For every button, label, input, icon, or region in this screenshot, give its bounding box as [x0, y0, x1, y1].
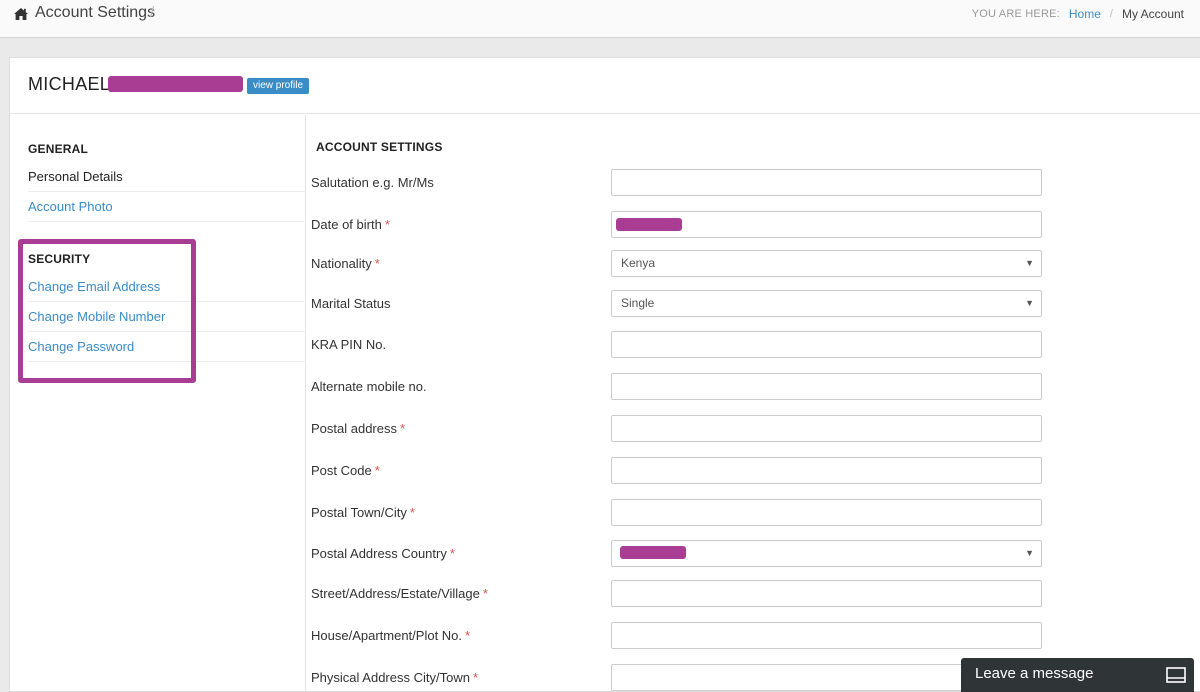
field-label: Nationality * [311, 256, 380, 271]
house-plot-input[interactable] [611, 622, 1042, 649]
required-marker: * [465, 628, 471, 643]
chat-window-icon [1166, 667, 1186, 683]
street-address-input[interactable] [611, 580, 1042, 607]
field-label: KRA PIN No. [311, 337, 387, 352]
title-separator: / [150, 4, 155, 21]
nationality-select[interactable]: Kenya ▼ [611, 250, 1042, 277]
sidebar-item-personal-details[interactable]: Personal Details [28, 162, 306, 192]
page-title: Account Settings [35, 4, 156, 21]
required-marker: * [409, 505, 415, 520]
form-row-date-of-birth: Date of birth * [311, 211, 1051, 239]
user-first-name: MICHAEL [28, 74, 111, 94]
selected-value: Single [621, 296, 655, 310]
required-marker: * [482, 586, 488, 601]
postal-town-input[interactable] [611, 499, 1042, 526]
chevron-down-icon: ▼ [1025, 298, 1034, 308]
field-label: Postal address * [311, 421, 406, 436]
alternate-mobile-input[interactable] [611, 373, 1042, 400]
chevron-down-icon: ▼ [1025, 548, 1034, 558]
leave-message-widget[interactable]: Leave a message [961, 658, 1194, 692]
required-marker: * [374, 463, 380, 478]
required-marker: * [400, 421, 406, 436]
breadcrumb-current: My Account [1121, 7, 1184, 21]
form-row-street-address: Street/Address/Estate/Village * [311, 580, 1051, 608]
form-row-kra-pin: KRA PIN No. [311, 331, 1051, 359]
sidebar-item-account-photo[interactable]: Account Photo [28, 192, 306, 222]
form-row-postal-country: Postal Address Country * ▼ [311, 540, 1051, 568]
field-label: Marital Status [311, 296, 391, 311]
form-row-physical-city: Physical Address City/Town * [311, 664, 1051, 692]
field-label: Street/Address/Estate/Village * [311, 586, 488, 601]
field-label: Post Code * [311, 463, 380, 478]
kra-pin-input[interactable] [611, 331, 1042, 358]
value-redaction [616, 218, 682, 231]
field-label: Salutation e.g. Mr/Ms [311, 175, 434, 190]
field-label: Postal Town/City * [311, 505, 415, 520]
postal-country-select[interactable]: ▼ [611, 540, 1042, 567]
field-label: Alternate mobile no. [311, 379, 427, 394]
home-icon [14, 8, 28, 20]
form-row-nationality: Nationality * Kenya ▼ [311, 250, 1051, 278]
postal-address-input[interactable] [611, 415, 1042, 442]
salutation-input[interactable] [611, 169, 1042, 196]
top-bar: Account Settings / YOU ARE HERE: Home / … [0, 0, 1200, 38]
date-of-birth-input[interactable] [611, 211, 1042, 238]
form-row-postal-town: Postal Town/City * [311, 499, 1051, 527]
field-label: Date of birth * [311, 217, 390, 232]
selected-value: Kenya [621, 256, 656, 270]
security-highlight-annotation [18, 239, 196, 383]
breadcrumb: YOU ARE HERE: Home / My Account [972, 7, 1184, 21]
sidebar-heading-general: GENERAL [28, 142, 89, 156]
form-row-marital-status: Marital Status Single ▼ [311, 290, 1051, 318]
marital-status-select[interactable]: Single ▼ [611, 290, 1042, 317]
chevron-down-icon: ▼ [1025, 258, 1034, 268]
post-code-input[interactable] [611, 457, 1042, 484]
form-row-house-plot: House/Apartment/Plot No. * [311, 622, 1051, 650]
field-label: House/Apartment/Plot No. * [311, 628, 471, 643]
form-heading: ACCOUNT SETTINGS [316, 140, 443, 154]
required-marker: * [384, 217, 390, 232]
required-marker: * [449, 546, 455, 561]
form-row-postal-address: Postal address * [311, 415, 1051, 443]
name-redaction [108, 76, 243, 92]
field-label: Postal Address Country * [311, 546, 455, 561]
form-row-post-code: Post Code * [311, 457, 1051, 485]
profile-header: MICHAEL view profile [10, 58, 1200, 114]
breadcrumb-prefix: YOU ARE HERE: [971, 8, 1060, 20]
required-marker: * [472, 670, 479, 685]
breadcrumb-home-link[interactable]: Home [1069, 7, 1101, 21]
settings-sidebar: GENERAL Personal Details Account Photo S… [10, 115, 306, 692]
view-profile-button[interactable]: view profile [247, 78, 310, 94]
form-row-alternate-mobile: Alternate mobile no. [311, 373, 1051, 401]
value-redaction [620, 546, 686, 559]
required-marker: * [374, 256, 380, 271]
field-label: Physical Address City/Town * [311, 670, 479, 685]
form-row-salutation: Salutation e.g. Mr/Ms [311, 169, 1051, 197]
chat-label: Leave a message [975, 665, 1094, 682]
breadcrumb-separator: / [1109, 8, 1113, 20]
